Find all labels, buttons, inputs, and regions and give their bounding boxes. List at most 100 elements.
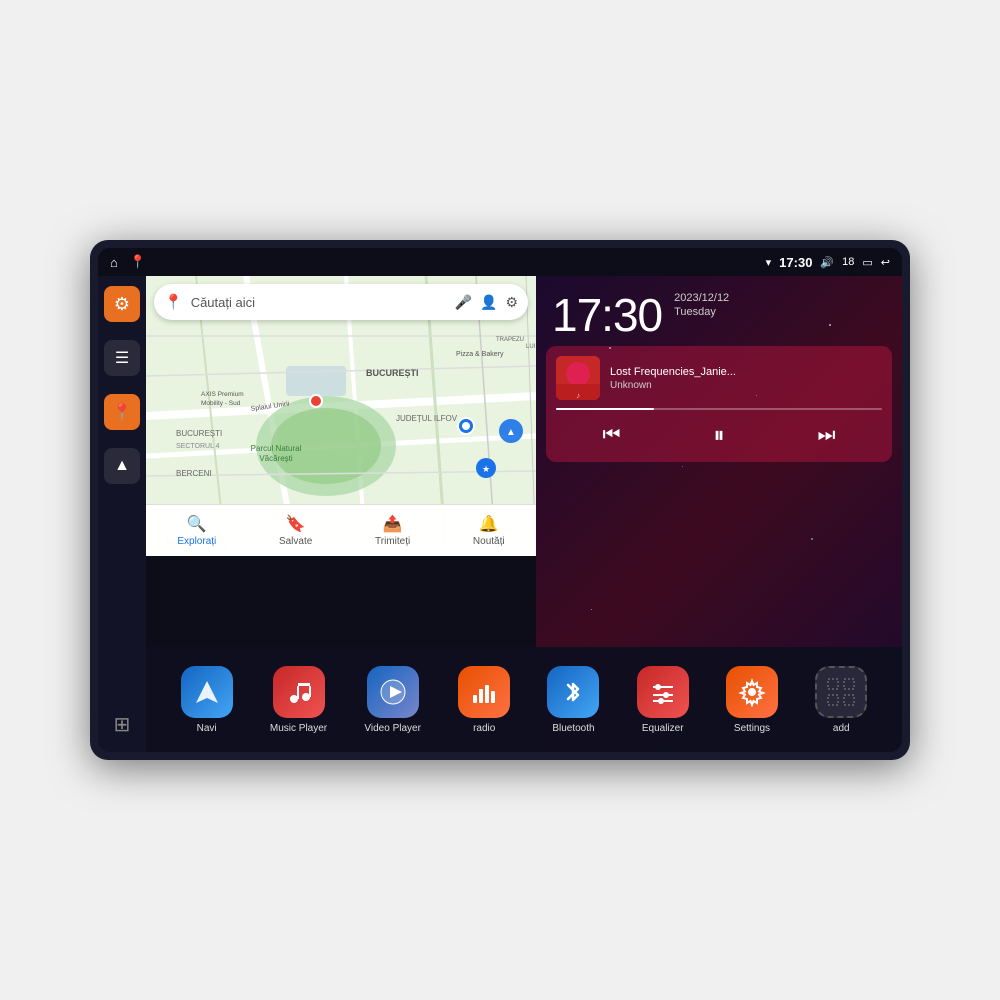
svg-text:Mobility - Sud: Mobility - Sud [201,400,241,407]
next-button[interactable]: ⏭ [813,420,839,451]
bluetooth-icon [547,666,599,718]
navi-label: Navi [197,723,217,734]
map-search-bar[interactable]: 📍 Căutați aici 🎤 👤 ⚙ [154,284,528,320]
menu-icon[interactable]: ⚙ [505,294,518,311]
svg-text:SECTORUL 4: SECTORUL 4 [176,443,220,450]
mic-icon[interactable]: 🎤 [455,294,472,311]
app-item-settings[interactable]: Settings [726,666,778,734]
svg-text:▲: ▲ [506,427,516,438]
grid-icon: ⊞ [114,712,131,737]
main-content: ⚙ ☰ 📍 ▲ ⊞ [98,276,902,752]
map-tab-explore[interactable]: 🔍 Explorați [177,514,216,547]
account-icon[interactable]: 👤 [480,294,497,311]
svg-text:TRAPEZU: TRAPEZU [496,337,524,343]
share-label: Trimiteți [375,536,410,547]
map-area[interactable]: Google BUCUREȘTI JUDEȚUL ILFOV BERCENI B… [146,276,536,556]
svg-text:BUCUREȘTI: BUCUREȘTI [366,368,419,378]
app-item-radio[interactable]: radio [458,666,510,734]
add-label: add [833,723,850,734]
svg-text:★: ★ [482,464,490,474]
battery-level: 18 [842,256,854,268]
svg-text:LUI: LUI [526,344,536,350]
app-item-add[interactable]: add [815,666,867,734]
status-left: ⌂ 📍 [110,254,146,270]
clock-section: 17:30 2023/12/12 Tuesday [536,276,902,346]
status-time: 17:30 [779,255,812,270]
files-icon: ☰ [115,348,129,368]
google-maps-icon: 📍 [164,293,183,311]
sidebar-item-grid[interactable]: ⊞ [104,706,140,742]
video-player-icon [367,666,419,718]
radio-icon [458,666,510,718]
prev-button[interactable]: ⏮ [598,420,624,451]
music-controls: ⏮ ⏸ ⏭ [556,418,882,452]
status-right: ▾ 17:30 🔊 18 ▭ ↩ [766,255,890,270]
search-input[interactable]: Căutați aici [191,295,447,310]
sidebar-item-files[interactable]: ☰ [104,340,140,376]
svg-text:AXIS Premium: AXIS Premium [201,391,244,398]
home-icon[interactable]: ⌂ [110,255,118,270]
music-progress-bar[interactable] [556,408,882,410]
svg-text:Pizza & Bakery: Pizza & Bakery [456,351,504,358]
bluetooth-label: Bluetooth [552,723,594,734]
map-tab-news[interactable]: 🔔 Noutăți [473,514,505,547]
app-item-bluetooth[interactable]: Bluetooth [547,666,599,734]
share-icon: 📤 [383,514,403,534]
track-info: Lost Frequencies_Janie... Unknown [610,366,882,391]
clock-time: 17:30 [552,292,662,338]
album-art: ♪ [556,356,600,400]
saved-label: Salvate [279,536,312,547]
explore-label: Explorați [177,536,216,547]
maps-shortcut-icon[interactable]: 📍 [130,254,146,270]
map-tab-share[interactable]: 📤 Trimiteți [375,514,410,547]
svg-text:♪: ♪ [576,391,580,400]
saved-icon: 🔖 [286,514,306,534]
app-launcher: Navi Music Player [146,647,902,752]
back-icon[interactable]: ↩ [881,256,890,269]
map-pin-icon: 📍 [112,402,132,422]
navi-icon [181,666,233,718]
app-item-navi[interactable]: Navi [181,666,233,734]
device-frame: ⌂ 📍 ▾ 17:30 🔊 18 ▭ ↩ ⚙ ☰ [90,240,910,760]
equalizer-icon [637,666,689,718]
status-bar: ⌂ 📍 ▾ 17:30 🔊 18 ▭ ↩ [98,248,902,276]
clock-date-value: 2023/12/12 [674,292,729,304]
app-item-music-player[interactable]: Music Player [270,666,327,734]
svg-text:Văcărești: Văcărești [259,454,293,463]
app-item-equalizer[interactable]: Equalizer [637,666,689,734]
music-player-icon [273,666,325,718]
settings-app-icon [726,666,778,718]
sidebar-item-maps[interactable]: 📍 [104,394,140,430]
clock-day: Tuesday [674,306,729,318]
volume-icon: 🔊 [820,256,834,269]
svg-text:BERCENI: BERCENI [176,469,212,478]
wifi-icon: ▾ [766,256,772,269]
music-track-row: ♪ Lost Frequencies_Janie... Unknown [556,356,882,400]
sidebar-item-navigation[interactable]: ▲ [104,448,140,484]
progress-fill [556,408,654,410]
settings-icon: ⚙ [114,294,130,315]
svg-text:Parcul Natural: Parcul Natural [251,444,302,453]
pause-button[interactable]: ⏸ [709,418,728,452]
app-item-video-player[interactable]: Video Player [364,666,421,734]
sidebar: ⚙ ☰ 📍 ▲ ⊞ [98,276,146,752]
map-tab-saved[interactable]: 🔖 Salvate [279,514,312,547]
map-bottom-tabs: 🔍 Explorați 🔖 Salvate 📤 Trimiteți 🔔 Nout… [146,504,536,556]
sidebar-item-settings[interactable]: ⚙ [104,286,140,322]
video-player-label: Video Player [364,723,421,734]
news-label: Noutăți [473,536,505,547]
nav-arrow-icon: ▲ [114,457,130,475]
explore-icon: 🔍 [187,514,207,534]
news-icon: 🔔 [479,514,499,534]
music-section: ♪ Lost Frequencies_Janie... Unknown ⏮ [546,346,892,462]
radio-label: radio [473,723,495,734]
battery-icon: ▭ [862,256,872,269]
track-artist: Unknown [610,380,882,391]
svg-text:BUCUREȘTI: BUCUREȘTI [176,429,222,438]
svg-text:JUDEȚUL ILFOV: JUDEȚUL ILFOV [396,414,458,423]
track-name: Lost Frequencies_Janie... [610,366,882,378]
add-icon [815,666,867,718]
device-screen: ⌂ 📍 ▾ 17:30 🔊 18 ▭ ↩ ⚙ ☰ [98,248,902,752]
equalizer-label: Equalizer [642,723,684,734]
clock-date: 2023/12/12 Tuesday [674,292,729,322]
